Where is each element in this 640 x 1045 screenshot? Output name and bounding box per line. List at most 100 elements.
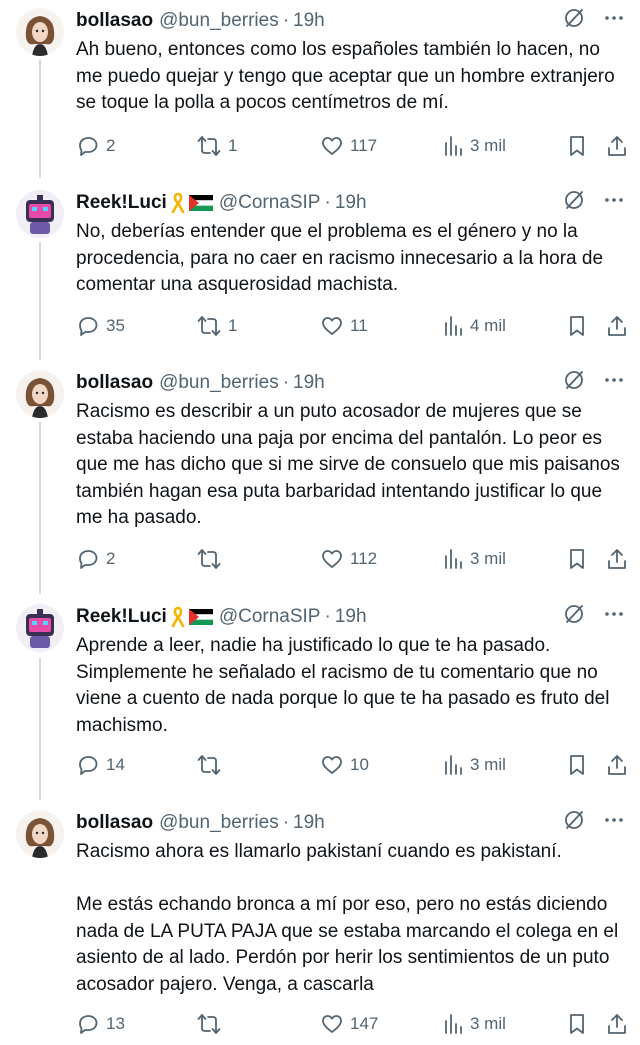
repost-button[interactable] <box>196 1011 228 1037</box>
share-button[interactable] <box>606 313 628 339</box>
grok-icon[interactable] <box>562 6 586 36</box>
separator-dot: · <box>324 192 331 213</box>
grok-icon[interactable] <box>562 188 586 218</box>
reply-button[interactable]: 14 <box>76 752 125 778</box>
share-button[interactable] <box>606 133 628 159</box>
repost-button[interactable]: 1 <box>196 133 237 159</box>
reply-button[interactable]: 13 <box>76 1011 125 1037</box>
like-button[interactable]: 117 <box>320 133 377 159</box>
tweet-text: No, deberías entender que el problema es… <box>76 221 609 295</box>
share-button[interactable] <box>606 752 628 778</box>
tweet[interactable]: bollasao @bun_berries · 19h Racismo ahor… <box>0 802 640 1045</box>
tweet[interactable]: Reek!Luci @CornaSIP · 19h Aprende a leer… <box>0 596 640 802</box>
more-options-icon[interactable] <box>604 8 624 34</box>
bookmark-button[interactable] <box>566 313 588 339</box>
tweet[interactable]: bollasao @bun_berries · 19h Ah bueno, en… <box>0 0 640 180</box>
user-handle[interactable]: @bun_berries <box>159 372 279 394</box>
grok-icon[interactable] <box>562 368 586 398</box>
bookmark-button[interactable] <box>566 133 588 159</box>
display-name[interactable]: bollasao <box>76 372 153 394</box>
timestamp[interactable]: 19h <box>335 606 367 628</box>
reply-count: 13 <box>106 1014 125 1033</box>
tweet-header: bollasao @bun_berries · 19h <box>76 811 624 835</box>
avatar[interactable] <box>16 8 64 56</box>
timestamp[interactable]: 19h <box>293 812 325 834</box>
bookmark-button[interactable] <box>566 546 588 572</box>
repost-count: 1 <box>228 316 238 335</box>
tweet[interactable]: bollasao @bun_berries · 19h Racismo es d… <box>0 362 640 596</box>
views-button[interactable]: 3 mil <box>442 133 506 159</box>
reply-button[interactable]: 2 <box>76 133 115 159</box>
repost-icon <box>196 753 222 777</box>
like-button[interactable]: 112 <box>320 546 377 572</box>
more-options-icon[interactable] <box>604 190 624 216</box>
repost-count: 1 <box>228 136 238 155</box>
repost-button[interactable] <box>196 546 228 572</box>
display-name[interactable]: Reek!Luci <box>76 606 167 628</box>
tweet-header: bollasao @bun_berries · 19h <box>76 371 624 395</box>
share-button[interactable] <box>606 1011 628 1037</box>
bookmark-button[interactable] <box>566 752 588 778</box>
reply-icon <box>76 134 100 158</box>
view-count: 3 mil <box>470 549 506 568</box>
bookmark-button[interactable] <box>566 1011 588 1037</box>
like-button[interactable]: 147 <box>320 1011 378 1037</box>
analytics-icon <box>442 134 464 158</box>
timestamp[interactable]: 19h <box>293 372 325 394</box>
tweet-actions: 35 1 11 4 mil <box>76 313 628 339</box>
bookmark-icon <box>566 1012 588 1036</box>
reply-button[interactable]: 35 <box>76 313 125 339</box>
reply-count: 14 <box>106 755 125 774</box>
separator-dot: · <box>282 10 290 31</box>
reply-count: 35 <box>106 316 125 335</box>
heart-icon <box>320 1012 344 1036</box>
tweet-header: bollasao @bun_berries · 19h <box>76 9 624 33</box>
grok-icon[interactable] <box>562 808 586 838</box>
more-options-icon[interactable] <box>604 810 624 836</box>
repost-icon <box>196 1012 222 1036</box>
display-name[interactable]: bollasao <box>76 10 153 32</box>
like-button[interactable]: 11 <box>320 313 368 339</box>
view-count: 3 mil <box>470 1014 506 1033</box>
user-handle[interactable]: @bun_berries <box>159 10 279 32</box>
palestine-flag-icon <box>188 609 213 625</box>
separator-dot: · <box>324 606 331 627</box>
like-button[interactable]: 10 <box>320 752 369 778</box>
views-button[interactable]: 4 mil <box>442 313 506 339</box>
user-handle[interactable]: @CornaSIP <box>219 606 321 628</box>
views-button[interactable]: 3 mil <box>442 546 506 572</box>
ribbon-icon <box>171 606 185 628</box>
bookmark-icon <box>566 314 588 338</box>
share-icon <box>606 753 628 777</box>
user-handle[interactable]: @bun_berries <box>159 812 279 834</box>
display-name[interactable]: bollasao <box>76 812 153 834</box>
repost-button[interactable]: 1 <box>196 313 237 339</box>
repost-button[interactable] <box>196 752 228 778</box>
tweet[interactable]: Reek!Luci @CornaSIP · 19h No, deberías e… <box>0 182 640 362</box>
analytics-icon <box>442 547 464 571</box>
views-button[interactable]: 3 mil <box>442 1011 506 1037</box>
bookmark-icon <box>566 547 588 571</box>
share-button[interactable] <box>606 546 628 572</box>
more-options-icon[interactable] <box>604 604 624 630</box>
grok-icon[interactable] <box>562 602 586 632</box>
avatar[interactable] <box>16 604 64 652</box>
reply-icon <box>76 1012 100 1036</box>
heart-icon <box>320 753 344 777</box>
share-icon <box>606 134 628 158</box>
user-handle[interactable]: @CornaSIP <box>219 192 321 214</box>
reply-button[interactable]: 2 <box>76 546 115 572</box>
avatar[interactable] <box>16 370 64 418</box>
separator-dot: · <box>282 812 290 833</box>
share-icon <box>606 547 628 571</box>
timestamp[interactable]: 19h <box>335 192 367 214</box>
timestamp[interactable]: 19h <box>293 10 325 32</box>
analytics-icon <box>442 314 464 338</box>
more-options-icon[interactable] <box>604 370 624 396</box>
display-name[interactable]: Reek!Luci <box>76 192 167 214</box>
views-button[interactable]: 3 mil <box>442 752 506 778</box>
avatar[interactable] <box>16 190 64 238</box>
bookmark-icon <box>566 753 588 777</box>
avatar[interactable] <box>16 810 64 858</box>
heart-icon <box>320 314 344 338</box>
